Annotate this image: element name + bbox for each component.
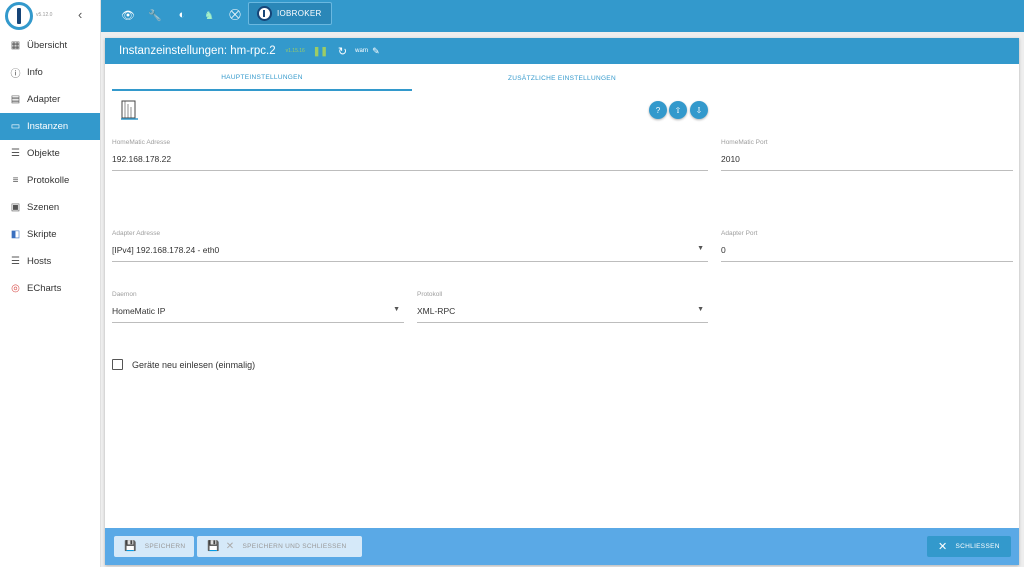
save-and-close-button[interactable]: 💾 ✕ SPEICHERN UND SCHLIESSEN <box>197 536 362 557</box>
app: v5.12.0 ‹ ▦ Übersicht ⓘ Info ▤ Adapter ▭… <box>0 0 1024 567</box>
sidebar-item-info[interactable]: ⓘ Info <box>0 59 100 86</box>
save-and-close-button-label: SPEICHERN UND SCHLIESSEN <box>242 543 347 550</box>
sidebar-item-skripte[interactable]: ◧ Skripte <box>0 221 100 248</box>
archive-icon: ▣ <box>10 202 21 213</box>
top-toolbar: 👁 🔧 ◐ ♞ ⛒ IOBROKER <box>101 0 1024 32</box>
info-icon: ⓘ <box>10 69 21 80</box>
field-value: [IPv4] 192.168.178.24 - eth0 <box>112 245 220 255</box>
field-label: HomeMatic Port <box>721 139 768 146</box>
echarts-icon: ◎ <box>11 283 20 294</box>
field-label: Adapter Port <box>721 230 758 237</box>
save-button[interactable]: 💾 SPEICHERN <box>114 536 194 557</box>
storage-icon: ☰ <box>11 256 20 267</box>
field-value: 192.168.178.22 <box>112 154 172 164</box>
adapter-logo-icon <box>121 100 138 120</box>
sidebar-item-echarts[interactable]: ◎ ECharts <box>0 275 100 302</box>
save-button-label: SPEICHERN <box>144 543 186 550</box>
save-icon: 💾 <box>207 541 220 552</box>
panel-header: Instanzeinstellungen: hm-rpc.2 v1.15.16 … <box>105 38 1019 64</box>
adapter-address-select[interactable]: Adapter Adresse [IPv4] 192.168.178.24 - … <box>112 230 708 262</box>
grid-icon: ▦ <box>10 40 21 51</box>
sidebar-item-protokolle[interactable]: ≡ Protokolle <box>0 167 100 194</box>
reinit-devices-checkbox[interactable] <box>112 359 123 370</box>
save-icon: 💾 <box>124 541 137 552</box>
download-icon[interactable]: ⇩ <box>690 101 708 119</box>
field-value: 2010 <box>721 154 740 164</box>
panel-footer: 💾 SPEICHERN 💾 ✕ SPEICHERN UND SCHLIESSEN… <box>105 528 1019 565</box>
field-value: HomeMatic IP <box>112 306 166 316</box>
settings-tabs: HAUPTEINSTELLUNGEN ZUSÄTZLICHE EINSTELLU… <box>112 66 1012 91</box>
sidebar-item-label: Übersicht <box>27 40 68 51</box>
sidebar-item-label: ECharts <box>27 283 62 294</box>
sidebar-item-label: Protokolle <box>27 175 70 186</box>
dropdown-arrow-icon: ▼ <box>393 306 400 313</box>
close-icon: ✕ <box>225 541 235 552</box>
sidebar-item-label: Info <box>27 67 43 78</box>
reload-icon[interactable]: ↻ <box>338 45 347 58</box>
wrench-icon[interactable]: 🔧 <box>148 8 162 22</box>
protocol-select[interactable]: Protokoll XML-RPC ▼ <box>417 291 708 323</box>
sidebar-item-label: Hosts <box>27 256 52 267</box>
brand-label: IOBROKER <box>277 9 322 18</box>
homematic-port-field[interactable]: HomeMatic Port 2010 <box>721 139 1013 171</box>
iobroker-logo-icon[interactable] <box>5 2 33 30</box>
checkbox-label: Geräte neu einlesen (einmalig) <box>132 359 256 370</box>
sidebar-item-instanzen[interactable]: ▭ Instanzen <box>0 113 100 140</box>
instance-version: v1.15.16 <box>285 48 305 54</box>
sidebar-item-label: Szenen <box>27 202 60 213</box>
menu-icon: ≡ <box>12 175 19 186</box>
version-label: v5.12.0 <box>36 12 53 18</box>
sidebar-item-label: Objekte <box>27 148 60 159</box>
edit-icon[interactable]: ✎ <box>372 46 380 57</box>
instance-settings-panel: Instanzeinstellungen: hm-rpc.2 v1.15.16 … <box>105 38 1019 565</box>
dropdown-arrow-icon: ▼ <box>697 306 704 313</box>
collapse-sidebar-icon[interactable]: ‹ <box>78 7 82 22</box>
adapter-port-field[interactable]: Adapter Port 0 <box>721 230 1013 262</box>
sidebar-item-label: Adapter <box>27 94 61 105</box>
iobroker-brand-button[interactable]: IOBROKER <box>248 2 332 25</box>
sidebar: v5.12.0 ‹ ▦ Übersicht ⓘ Info ▤ Adapter ▭… <box>0 0 101 567</box>
daemon-select[interactable]: Daemon HomeMatic IP ▼ <box>112 291 404 323</box>
reinit-devices-row: Geräte neu einlesen (einmalig) <box>112 359 255 370</box>
tab-haupteinstellungen[interactable]: HAUPTEINSTELLUNGEN <box>112 66 412 91</box>
field-label: Adapter Adresse <box>112 230 161 237</box>
sidebar-item-objekte[interactable]: ☰ Objekte <box>0 140 100 167</box>
sidebar-item-adapter[interactable]: ▤ Adapter <box>0 86 100 113</box>
help-icon[interactable]: ? <box>649 101 667 119</box>
log-level-label: warn <box>355 48 369 54</box>
field-label: Daemon <box>112 291 137 298</box>
homematic-address-field[interactable]: HomeMatic Adresse 192.168.178.22 <box>112 139 708 171</box>
close-button[interactable]: ✕ SCHLIESSEN <box>927 536 1011 557</box>
field-label: HomeMatic Adresse <box>112 139 171 146</box>
list-icon: ☰ <box>11 148 20 159</box>
store-icon: ▤ <box>10 94 21 105</box>
pause-icon[interactable]: ❚❚ <box>313 46 328 57</box>
close-icon: ✕ <box>938 541 948 553</box>
sidebar-item-szenen[interactable]: ▣ Szenen <box>0 194 100 221</box>
close-button-label: SCHLIESSEN <box>955 543 1000 550</box>
sidebar-item-uebersicht[interactable]: ▦ Übersicht <box>0 32 100 59</box>
tab-zusaetzliche-einstellungen[interactable]: ZUSÄTZLICHE EINSTELLUNGEN <box>412 66 712 91</box>
upload-icon[interactable]: ⇧ <box>669 101 687 119</box>
page-title: Instanzeinstellungen: hm-rpc.2 <box>119 45 276 57</box>
script-icon: ◧ <box>10 229 21 240</box>
sidebar-item-label: Instanzen <box>27 121 69 132</box>
sidebar-header: v5.12.0 ‹ <box>0 0 100 32</box>
brightness-icon[interactable]: ◐ <box>175 8 189 22</box>
expert-mode-icon[interactable]: ♞ <box>202 8 216 22</box>
field-value: 0 <box>721 245 726 255</box>
dropdown-arrow-icon: ▼ <box>697 245 704 252</box>
sidebar-item-label: Skripte <box>27 229 57 240</box>
instances-icon: ▭ <box>10 121 21 132</box>
no-connection-icon[interactable]: ⛒ <box>228 8 242 22</box>
iobroker-logo-icon <box>257 6 272 21</box>
field-label: Protokoll <box>417 291 443 298</box>
eye-icon[interactable]: 👁 <box>121 8 135 22</box>
field-value: XML-RPC <box>417 306 456 316</box>
sidebar-item-hosts[interactable]: ☰ Hosts <box>0 248 100 275</box>
